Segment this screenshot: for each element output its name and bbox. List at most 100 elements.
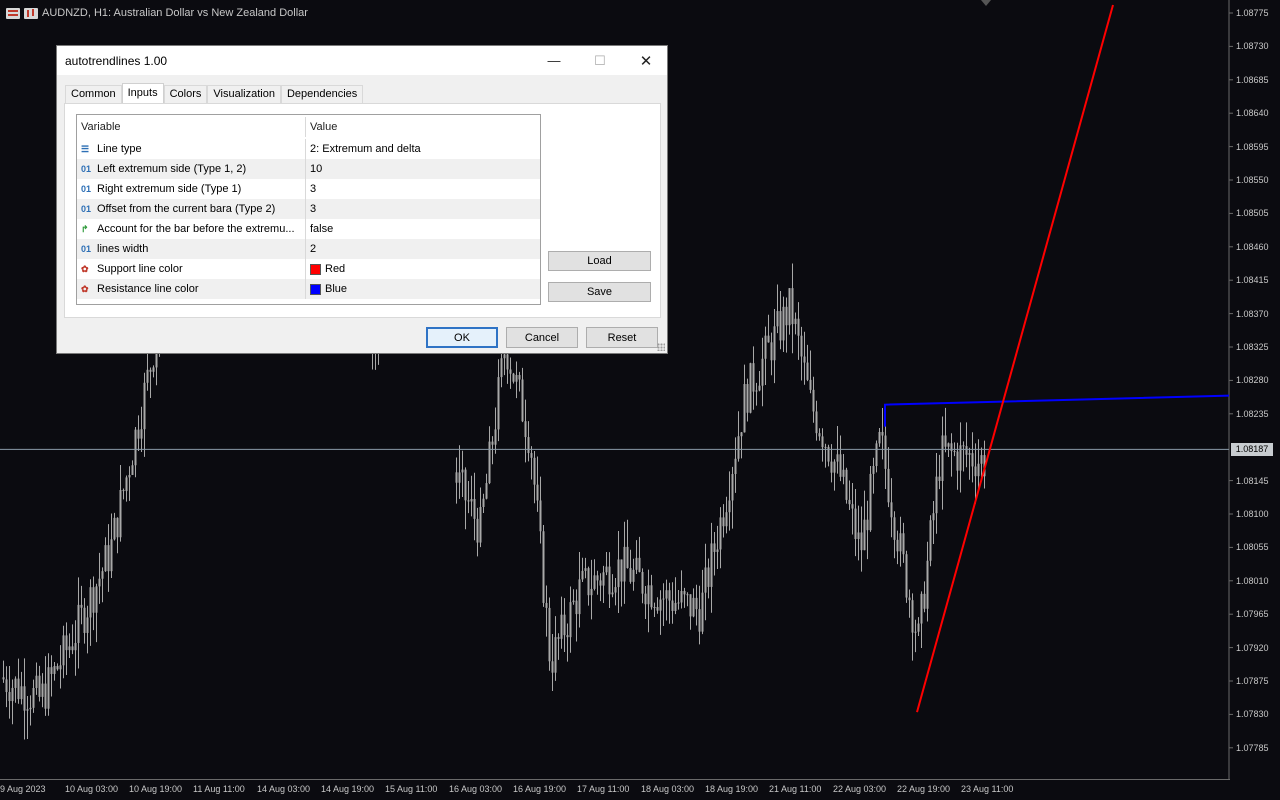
resistance-trendline [884,394,1230,427]
column-value-header[interactable]: Value [306,117,540,137]
tab-inputs[interactable]: Inputs [121,83,164,103]
candle-body [506,354,509,370]
candle-body [743,384,746,433]
resize-grip[interactable] [657,343,665,351]
candle-body [536,484,539,501]
candle-body [125,477,128,492]
candle-body [962,445,965,447]
candle-body [551,661,554,673]
color-swatch-blue[interactable] [310,283,321,295]
load-button[interactable]: Load [548,251,651,271]
candle-body [839,454,842,477]
column-variable-header[interactable]: Variable [77,117,306,137]
input-value[interactable]: 3 [310,203,316,215]
candle-body [701,592,704,632]
input-value[interactable]: Blue [325,283,347,295]
integer-icon: 01 [81,184,92,194]
input-row[interactable]: 01 Left extremum side (Type 1, 2) 10 [77,159,540,179]
tab-colors[interactable]: Colors [163,85,208,103]
candle-body [20,686,23,700]
dialog-tabs: Common Inputs Colors Visualization Depen… [65,83,364,103]
candle-body [830,461,833,473]
candle-body [857,532,860,540]
input-row[interactable]: ✿ Resistance line color Blue [77,279,540,299]
candle-body [101,571,104,579]
tab-common[interactable]: Common [65,85,122,103]
candle-body [482,498,485,508]
time-tick-label: 10 Aug 19:00 [129,784,183,794]
candle-body [521,379,524,422]
input-name: Left extremum side (Type 1, 2) [97,163,247,175]
input-value[interactable]: 2 [310,243,316,255]
candle-body [23,686,26,711]
time-tick-label: 21 Aug 11:00 [769,784,822,794]
candle-body [74,642,77,651]
input-value[interactable]: false [310,223,333,235]
candle-body [503,354,506,359]
input-value[interactable]: Red [325,263,345,275]
price-axis[interactable]: 1.08775 1.08730 1.08685 1.08640 1.08595 1.085… [1230,0,1280,780]
ok-button[interactable]: OK [426,327,498,348]
candle-body [581,570,584,580]
candle-body [569,602,572,638]
candle-body [764,335,767,359]
reset-button[interactable]: Reset [586,327,658,348]
candle-body [626,546,629,569]
candle-body [683,590,686,595]
candle-body [884,435,887,469]
candle-body [896,539,899,552]
candle-body [758,385,761,391]
candle-body [65,635,68,651]
price-tick-label: 1.07785 [1236,742,1269,753]
input-value[interactable]: 3 [310,183,316,195]
price-tick-label: 1.08505 [1236,208,1269,219]
candle-body [656,607,659,611]
candle-body [761,358,764,386]
chart-menu-icon[interactable] [6,7,20,19]
price-tick-label: 1.08550 [1236,175,1269,185]
candle-body [779,311,782,341]
candle-body [611,592,614,595]
input-row[interactable]: ↱ Account for the bar before the extremu.… [77,219,540,239]
input-row[interactable]: 01 Right extremum side (Type 1) 3 [77,179,540,199]
time-tick-label: 15 Aug 11:00 [385,784,438,794]
candle-body [914,631,917,633]
candle-body [599,580,602,586]
tab-dependencies[interactable]: Dependencies [280,85,364,103]
input-row[interactable]: 01 lines width 2 [77,239,540,259]
price-tick-label: 1.08055 [1236,542,1269,553]
candle-body [923,593,926,609]
input-value[interactable]: 10 [310,163,322,175]
candle-body [776,311,779,327]
candle-body [80,604,83,608]
cancel-button[interactable]: Cancel [506,327,578,348]
candle-body [860,532,863,551]
minimize-button[interactable]: — [531,46,577,75]
close-button[interactable]: ✕ [623,46,669,75]
candle-body [131,465,134,475]
input-row[interactable]: ☰ Line type 2: Extremum and delta [77,139,540,159]
dialog-title: autotrendlines 1.00 [65,54,168,68]
candle-body [785,306,788,326]
candle-body [557,637,560,639]
candle-body [668,590,671,601]
candle-body [803,356,806,363]
time-axis[interactable]: 9 Aug 2023 10 Aug 03:00 10 Aug 19:00 11 Aug… [0,780,1230,800]
color-swatch-red[interactable] [310,263,321,275]
tab-visualization[interactable]: Visualization [207,85,281,103]
boolean-icon: ↱ [81,223,89,234]
dialog-titlebar[interactable]: autotrendlines 1.00 — ☐ ✕ [57,46,667,75]
candle-body [926,560,929,609]
chart-type-icon[interactable] [24,7,38,19]
time-tick-label: 14 Aug 03:00 [257,784,311,794]
candle-body [566,635,569,638]
candle-body [17,678,20,700]
candle-body [977,463,980,477]
input-row[interactable]: ✿ Support line color Red [77,259,540,279]
input-value[interactable]: 2: Extremum and delta [310,143,421,155]
candle-body [470,498,473,502]
save-button[interactable]: Save [548,282,651,302]
maximize-button[interactable]: ☐ [577,46,623,75]
candle-body [794,318,797,325]
input-row[interactable]: 01 Offset from the current bara (Type 2) … [77,199,540,219]
